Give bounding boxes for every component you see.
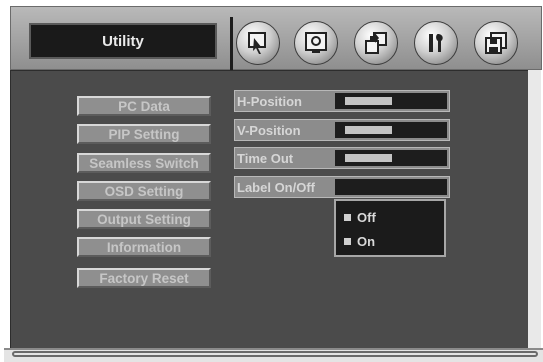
bullet-icon bbox=[344, 237, 351, 245]
osd-menu-window: Utility PC Data PIP Setting Seamless Swi… bbox=[0, 0, 543, 362]
tools-icon[interactable] bbox=[414, 21, 458, 65]
v-position-slider[interactable] bbox=[335, 122, 447, 138]
display-icon[interactable] bbox=[294, 21, 338, 65]
label-on-off-dropdown[interactable]: Off On bbox=[334, 199, 446, 257]
picture-adjust-icon[interactable] bbox=[236, 21, 280, 65]
menu-item-osd-setting[interactable]: OSD Setting bbox=[77, 181, 211, 201]
dropdown-option-off[interactable]: Off bbox=[344, 209, 376, 225]
setting-label: Time Out bbox=[237, 151, 294, 166]
h-position-slider[interactable] bbox=[335, 93, 447, 109]
setting-label: V-Position bbox=[237, 123, 301, 138]
menu-item-output-setting[interactable]: Output Setting bbox=[77, 209, 211, 229]
menu-item-information[interactable]: Information bbox=[77, 237, 211, 257]
time-out-slider[interactable] bbox=[335, 150, 447, 166]
dropdown-option-on[interactable]: On bbox=[344, 233, 375, 249]
setting-row-v-position[interactable]: V-Position bbox=[234, 119, 450, 141]
setting-row-label-on-off[interactable]: Label On/Off bbox=[234, 176, 450, 198]
label-on-off-field[interactable] bbox=[335, 179, 447, 195]
top-toolbar: Utility bbox=[10, 6, 542, 71]
option-label: Off bbox=[357, 209, 376, 225]
setting-label: Label On/Off bbox=[237, 180, 315, 195]
menu-item-seamless-switch[interactable]: Seamless Switch bbox=[77, 153, 211, 173]
setting-label: H-Position bbox=[237, 94, 302, 109]
slider-fill bbox=[345, 126, 392, 134]
input-source-icon[interactable] bbox=[354, 21, 398, 65]
setting-row-time-out[interactable]: Time Out bbox=[234, 147, 450, 169]
menu-item-pip-setting[interactable]: PIP Setting bbox=[77, 124, 211, 144]
toolbar-divider bbox=[230, 17, 233, 71]
slider-fill bbox=[345, 97, 392, 105]
save-icon[interactable] bbox=[474, 21, 518, 65]
menu-item-pc-data[interactable]: PC Data bbox=[77, 96, 211, 116]
page-title: Utility bbox=[29, 23, 217, 59]
setting-row-h-position[interactable]: H-Position bbox=[234, 90, 450, 112]
slider-fill bbox=[345, 154, 392, 162]
option-label: On bbox=[357, 233, 376, 249]
menu-item-factory-reset[interactable]: Factory Reset bbox=[77, 268, 211, 288]
panel-edge bbox=[528, 70, 541, 348]
bullet-icon bbox=[344, 213, 351, 221]
